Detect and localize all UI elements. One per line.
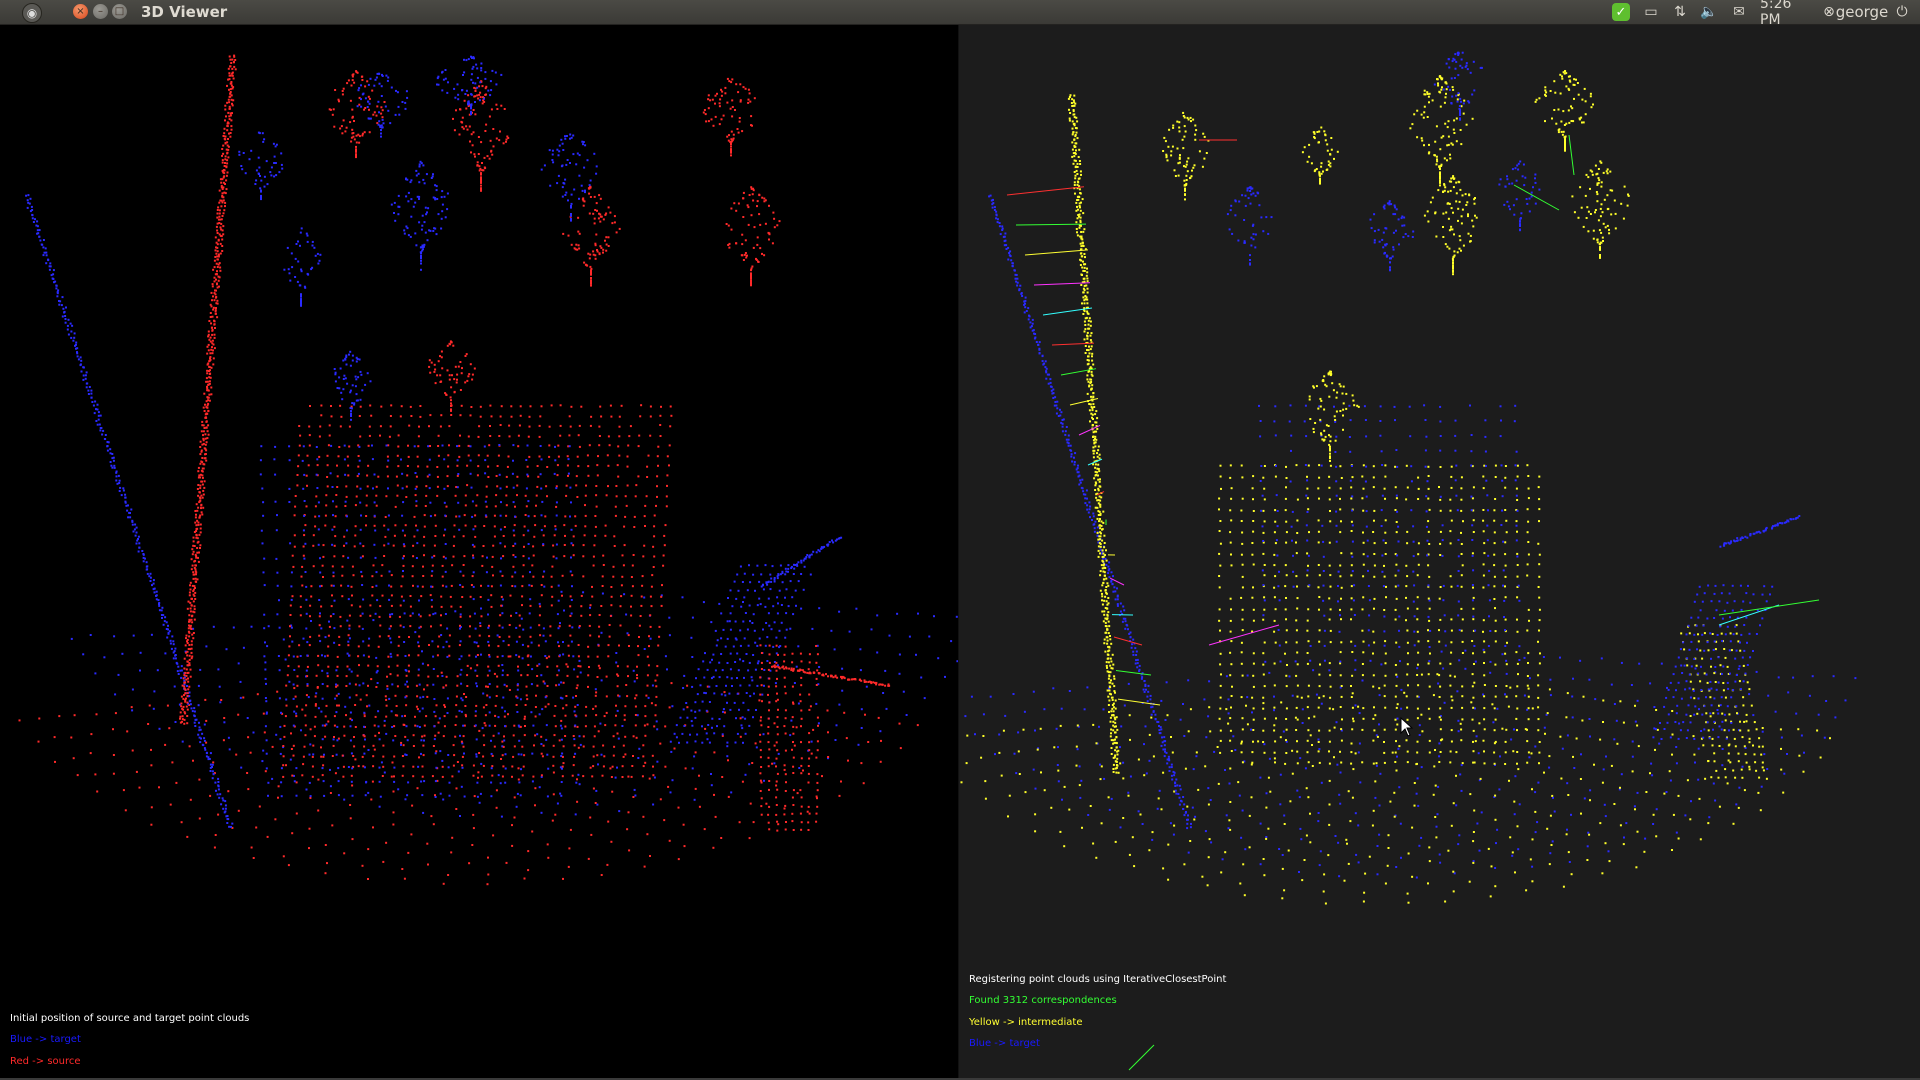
left-caption: Initial position of source and target po…	[10, 1013, 250, 1024]
username[interactable]: george	[1836, 3, 1889, 21]
left-3d-viewport[interactable]: Initial position of source and target po…	[0, 25, 959, 1080]
clock[interactable]: 5:26 PM	[1760, 0, 1816, 28]
update-check-icon[interactable]: ✓	[1612, 3, 1630, 21]
right-legend-yellow: Yellow -> intermediate	[969, 1017, 1083, 1028]
top-panel: ◉ × – □ 3D Viewer ✓ ▭ ⇅ 🔈 ✉ 5:26 PM ⊗ ge…	[0, 0, 1920, 28]
maximize-icon: □	[114, 6, 125, 17]
ubuntu-logo-icon[interactable]: ◉	[22, 3, 42, 23]
left-legend-red: Red -> source	[10, 1056, 81, 1067]
power-icon[interactable]: ⏻	[1893, 3, 1911, 21]
volume-muted-icon[interactable]: 🔈	[1699, 3, 1719, 21]
left-legend-blue: Blue -> target	[10, 1034, 81, 1045]
right-3d-viewport[interactable]: Registering point clouds using Iterative…	[959, 25, 1920, 1080]
minimize-icon: –	[98, 6, 103, 17]
right-caption: Registering point clouds using Iterative…	[969, 974, 1227, 985]
user-icon[interactable]: ⊗	[1821, 3, 1837, 21]
mail-icon[interactable]: ✉	[1729, 3, 1749, 21]
window-title: 3D Viewer	[141, 3, 228, 21]
mouse-cursor-icon	[1400, 717, 1414, 737]
network-transfer-icon[interactable]: ⇅	[1671, 3, 1689, 21]
right-legend-blue: Blue -> target	[969, 1038, 1040, 1049]
icp-point-cloud-canvas[interactable]	[959, 25, 1920, 1080]
close-button[interactable]: ×	[73, 4, 88, 19]
close-icon: ×	[76, 6, 85, 17]
maximize-button[interactable]: □	[112, 4, 127, 19]
initial-point-cloud-canvas[interactable]	[0, 25, 959, 1080]
minimize-button[interactable]: –	[93, 4, 108, 19]
correspondence-count: Found 3312 correspondences	[969, 995, 1117, 1006]
monitor-icon[interactable]: ▭	[1642, 3, 1660, 21]
